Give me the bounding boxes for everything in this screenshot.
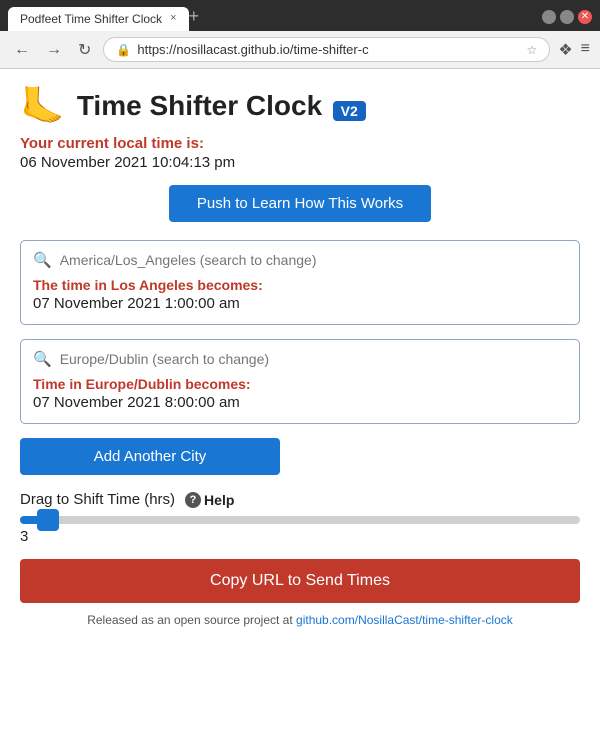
back-button[interactable]: ←: [10, 39, 34, 61]
city-card-0: 🔍 The time in Los Angeles becomes: 07 No…: [20, 240, 580, 325]
address-bar: ← → ↻ 🔒 https://nosillacast.github.io/ti…: [0, 31, 600, 69]
city-label-0: The time in Los Angeles becomes:: [33, 277, 567, 293]
browser-tab[interactable]: Podfeet Time Shifter Clock ×: [8, 7, 189, 31]
slider-thumb[interactable]: [37, 509, 59, 531]
maximize-button[interactable]: [560, 10, 574, 24]
drag-label-row: Drag to Shift Time (hrs) ? Help: [20, 491, 580, 508]
star-icon: ☆: [527, 43, 538, 57]
city-search-input-1[interactable]: [60, 351, 567, 367]
city-search-input-0[interactable]: [60, 252, 567, 268]
slider-row: [20, 516, 580, 524]
local-time-section: Your current local time is: 06 November …: [20, 135, 580, 171]
footer-link[interactable]: github.com/NosillaCast/time-shifter-cloc…: [296, 613, 513, 627]
help-icon: ?: [185, 492, 201, 508]
close-button[interactable]: ✕: [578, 10, 592, 24]
city-label-1: Time in Europe/Dublin becomes:: [33, 376, 567, 392]
shield-icon: ❖: [558, 40, 572, 60]
new-tab-button[interactable]: +: [189, 6, 200, 31]
city-time-0: 07 November 2021 1:00:00 am: [33, 295, 567, 312]
city-search-row-1: 🔍: [33, 350, 567, 368]
page-content: 🦶 Time Shifter Clock V2 Your current loc…: [0, 69, 600, 750]
footer-text: Released as an open source project at: [87, 613, 296, 627]
menu-icon[interactable]: ≡: [581, 40, 590, 60]
header-area: 🦶 Time Shifter Clock V2: [20, 85, 580, 127]
city-search-row-0: 🔍: [33, 251, 567, 269]
local-time-label: Your current local time is:: [20, 135, 580, 152]
window-controls: ✕: [542, 10, 592, 28]
search-icon-0: 🔍: [33, 251, 52, 269]
drag-section: Drag to Shift Time (hrs) ? Help 3: [20, 491, 580, 545]
slider-track[interactable]: [20, 516, 580, 524]
help-label: Help: [204, 492, 234, 508]
title-block: Time Shifter Clock V2: [77, 90, 366, 122]
learn-button[interactable]: Push to Learn How This Works: [169, 185, 431, 222]
add-city-button[interactable]: Add Another City: [20, 438, 280, 475]
city-time-1: 07 November 2021 8:00:00 am: [33, 394, 567, 411]
drag-label: Drag to Shift Time (hrs): [20, 491, 175, 508]
browser-menu-icons: ❖ ≡: [558, 40, 590, 60]
minimize-button[interactable]: [542, 10, 556, 24]
footer: Released as an open source project at gi…: [20, 613, 580, 627]
tab-label: Podfeet Time Shifter Clock: [20, 12, 162, 26]
help-button[interactable]: ? Help: [185, 492, 234, 508]
url-box[interactable]: 🔒 https://nosillacast.github.io/time-shi…: [103, 37, 550, 62]
logo-icon: 🦶: [20, 85, 65, 127]
app-title: Time Shifter Clock: [77, 90, 322, 121]
version-badge: V2: [333, 101, 366, 121]
search-icon-1: 🔍: [33, 350, 52, 368]
browser-chrome: Podfeet Time Shifter Clock × + ✕: [0, 0, 600, 31]
local-time-value: 06 November 2021 10:04:13 pm: [20, 154, 580, 171]
tab-close-icon[interactable]: ×: [170, 13, 176, 24]
forward-button[interactable]: →: [42, 39, 66, 61]
city-card-1: 🔍 Time in Europe/Dublin becomes: 07 Nove…: [20, 339, 580, 424]
copy-url-button[interactable]: Copy URL to Send Times: [20, 559, 580, 603]
slider-value: 3: [20, 528, 580, 545]
url-text: https://nosillacast.github.io/time-shift…: [137, 42, 520, 57]
security-icon: 🔒: [116, 43, 131, 57]
reload-button[interactable]: ↻: [74, 38, 95, 62]
